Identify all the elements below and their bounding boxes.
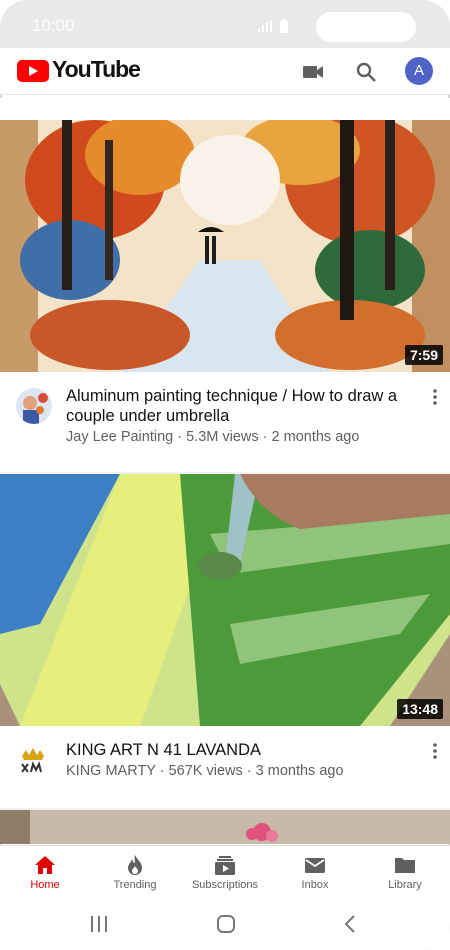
upload-age: 2 months ago (271, 429, 360, 445)
nav-trending[interactable]: Trending (90, 846, 180, 898)
mail-icon (305, 858, 325, 873)
video-camera-icon[interactable] (301, 60, 325, 84)
nav-inbox[interactable]: Inbox (270, 846, 360, 898)
nav-library[interactable]: Library (360, 846, 450, 898)
status-pill (316, 12, 416, 42)
folder-icon (395, 858, 415, 873)
nav-label: Trending (113, 879, 157, 891)
video-card[interactable] (0, 810, 450, 844)
channel-avatar[interactable] (16, 742, 52, 778)
home-button-icon[interactable] (216, 914, 236, 934)
channel-avatar[interactable] (16, 388, 52, 424)
separator-dot: · (177, 429, 187, 445)
more-options-icon[interactable] (429, 388, 441, 406)
phone-screen: 10:00 YouTube A 7:59 Aluminum painting t… (0, 0, 450, 950)
battery-icon (280, 19, 288, 33)
logo-text: YouTube (52, 56, 141, 82)
video-subtitle: KING MARTY · 567K views · 3 months ago (66, 763, 344, 779)
bottom-navigation: Home Trending Subscriptions Inbox Librar… (0, 845, 450, 898)
nav-label: Inbox (301, 879, 329, 891)
video-meta: Aluminum painting technique / How to dra… (0, 372, 450, 472)
nav-subscriptions[interactable]: Subscriptions (180, 846, 270, 898)
home-icon (35, 856, 55, 874)
video-card[interactable]: 7:59 Aluminum painting technique / How t… (0, 98, 450, 472)
back-icon[interactable] (344, 915, 356, 933)
subscriptions-icon (215, 856, 235, 875)
video-thumbnail[interactable]: 7:59 (0, 120, 450, 372)
video-title[interactable]: KING ART N 41 LAVANDA (66, 740, 416, 760)
signal-icon (258, 20, 272, 32)
youtube-logo-icon[interactable] (17, 60, 49, 82)
nav-home[interactable]: Home (0, 846, 90, 898)
channel-avatar-image (16, 388, 52, 424)
separator-dot: · (159, 763, 169, 779)
nav-label: Home (30, 879, 60, 891)
account-avatar[interactable]: A (405, 57, 433, 85)
app-header: YouTube (0, 48, 450, 95)
video-subtitle: Jay Lee Painting · 5.3M views · 2 months… (66, 429, 359, 445)
video-duration: 7:59 (404, 345, 443, 365)
separator-dot: · (246, 763, 256, 779)
channel-avatar-image (16, 742, 52, 778)
thumbnail-painting-image (0, 120, 450, 372)
status-time: 10:00 (32, 16, 75, 35)
separator-dot: · (262, 429, 272, 445)
channel-name[interactable]: Jay Lee Painting (66, 429, 173, 445)
video-duration: 13:48 (397, 699, 443, 719)
thumbnail-painting-image (0, 474, 450, 726)
system-navigation-bar (0, 897, 450, 950)
fire-icon (128, 855, 142, 875)
more-options-icon[interactable] (429, 742, 441, 760)
nav-label: Subscriptions (191, 879, 259, 891)
video-thumbnail[interactable] (0, 810, 450, 844)
nav-label: Library (388, 879, 422, 891)
channel-name[interactable]: KING MARTY (66, 763, 156, 779)
recent-apps-icon[interactable] (90, 915, 108, 933)
video-meta: KING ART N 41 LAVANDA KING MARTY · 567K … (0, 726, 450, 808)
status-bar: 10:00 (0, 0, 450, 48)
search-icon[interactable] (354, 60, 378, 84)
video-thumbnail[interactable]: 13:48 (0, 474, 450, 726)
upload-age: 3 months ago (255, 763, 344, 779)
view-count: 5.3M views (186, 429, 259, 445)
video-title[interactable]: Aluminum painting technique / How to dra… (66, 386, 416, 426)
video-card[interactable]: 13:48 KING ART N 41 LAVANDA KING MARTY ·… (0, 474, 450, 808)
view-count: 567K views (168, 763, 243, 779)
video-feed[interactable]: 7:59 Aluminum painting technique / How t… (0, 98, 450, 844)
